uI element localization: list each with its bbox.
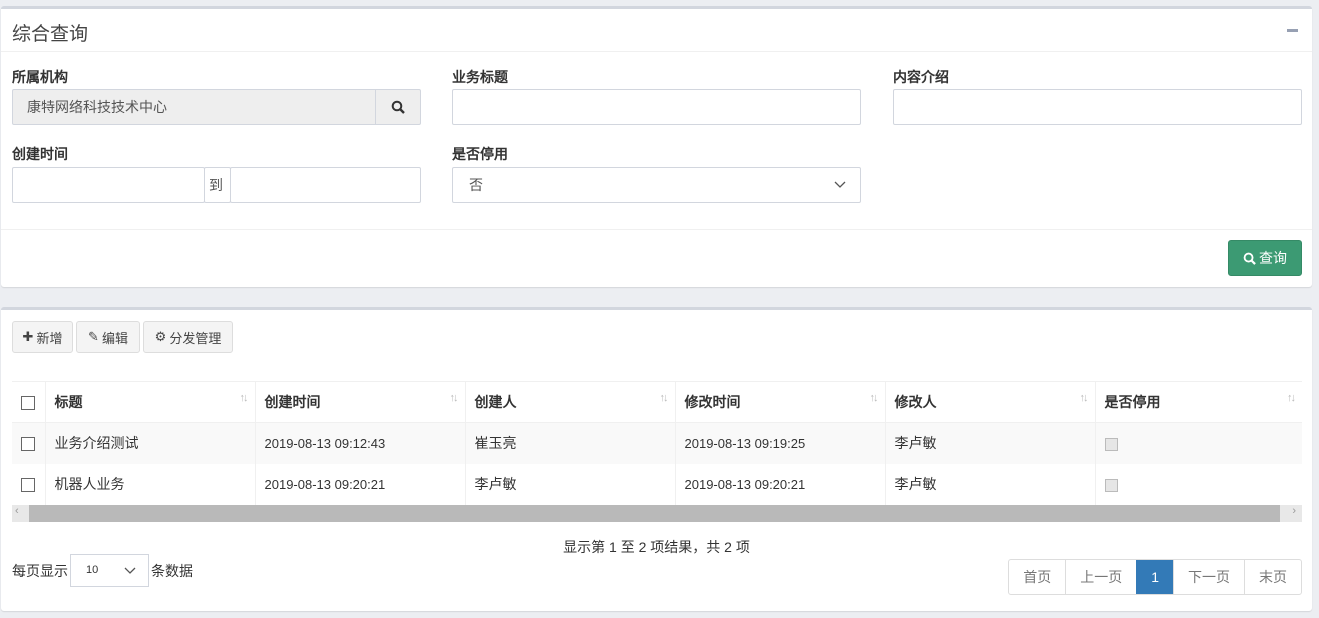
org-label: 所属机构 <box>12 69 68 85</box>
disabled-checkbox <box>1104 438 1118 452</box>
row-checkbox[interactable] <box>21 437 35 452</box>
page-size-control: 每页显示 10 条数据 <box>12 554 193 587</box>
scroll-right-icon[interactable]: › <box>1292 505 1296 517</box>
cell-created: 2019-08-13 09:12:43 <box>255 422 466 464</box>
column-header[interactable]: 标题 ↑↓ <box>45 381 256 423</box>
add-button[interactable]: ✚ 新增 <box>12 321 73 353</box>
prev-page-button[interactable]: 上一页 <box>1065 560 1136 594</box>
edit-button[interactable]: ✎ 编辑 <box>76 321 140 353</box>
distribution-button[interactable]: ⚙ 分发管理 <box>143 321 233 353</box>
horizontal-scrollbar[interactable]: ‹ › <box>12 505 1302 522</box>
created-start-input[interactable] <box>12 167 205 203</box>
column-header[interactable]: 创建时间 ↑↓ <box>255 381 466 423</box>
title-input[interactable] <box>452 89 861 125</box>
add-label: 新增 <box>36 330 63 346</box>
page-size-value: 10 <box>86 564 99 576</box>
edit-icon: ✎ <box>88 329 99 344</box>
search-panel: 综合查询 所属机构 康特网络科技技术中心 业务标题 内容介绍 创建时间 到 是否… <box>1 6 1312 287</box>
sort-icon: ↑↓ <box>869 392 879 404</box>
cell-modified: 2019-08-13 09:20:21 <box>675 463 886 505</box>
gears-icon: ⚙ <box>154 329 167 344</box>
pagination: 首页 上一页 1 下一页 末页 <box>1008 559 1302 595</box>
disabled-value: 否 <box>469 177 483 193</box>
collapse-icon[interactable] <box>1287 29 1298 32</box>
last-page-button[interactable]: 末页 <box>1244 560 1301 594</box>
next-page-button[interactable]: 下一页 <box>1173 560 1244 594</box>
row-checkbox[interactable] <box>21 478 35 493</box>
distribution-label: 分发管理 <box>169 330 222 346</box>
plus-icon: ✚ <box>22 329 34 344</box>
column-header[interactable]: 是否停用 ↑↓ <box>1095 381 1302 423</box>
created-label: 创建时间 <box>12 146 68 162</box>
list-panel: ✚ 新增 ✎ 编辑 ⚙ 分发管理 标题 ↑↓ 创建时间 ↑↓ 创建人 ↑↓ 修改时间 ↑↓ 修… <box>1 307 1312 611</box>
page-1-button[interactable]: 1 <box>1136 560 1173 594</box>
scroll-left-icon[interactable]: ‹ <box>15 505 19 517</box>
pagination-info: 显示第 1 至 2 项结果，共 2 项 <box>563 539 750 555</box>
query-label: 查询 <box>1259 250 1287 266</box>
query-button[interactable]: 查询 <box>1228 240 1302 276</box>
data-table: 标题 ↑↓ 创建时间 ↑↓ 创建人 ↑↓ 修改时间 ↑↓ 修改人 ↑↓ 是否停用 ↑↓ 业务… <box>12 381 1302 505</box>
sort-icon: ↑↓ <box>1287 392 1296 404</box>
org-value: 康特网络科技技术中心 <box>27 99 167 115</box>
column-header[interactable]: 修改时间 ↑↓ <box>675 381 886 423</box>
search-icon[interactable] <box>375 90 420 124</box>
table-row[interactable]: 机器人业务 2019-08-13 09:20:21 李卢敏 2019-08-13… <box>12 463 1302 505</box>
sort-icon: ↑↓ <box>659 392 669 404</box>
intro-label: 内容介绍 <box>893 69 949 85</box>
search-icon <box>1243 252 1256 265</box>
sort-icon: ↑↓ <box>239 392 249 404</box>
disabled-checkbox <box>1104 478 1118 492</box>
created-end-input[interactable] <box>230 167 421 203</box>
per-page-suffix: 条数据 <box>151 562 193 579</box>
column-header[interactable]: 修改人 ↑↓ <box>885 381 1096 423</box>
cell-title: 机器人业务 <box>45 463 256 505</box>
cell-modifier: 李卢敏 <box>885 463 1096 505</box>
cell-creator: 崔玉亮 <box>465 422 676 464</box>
table-row[interactable]: 业务介绍测试 2019-08-13 09:12:43 崔玉亮 2019-08-1… <box>12 422 1302 464</box>
per-page-prefix: 每页显示 <box>12 562 68 579</box>
cell-creator: 李卢敏 <box>465 463 676 505</box>
title-label: 业务标题 <box>452 69 508 85</box>
chevron-down-icon <box>124 567 136 574</box>
select-all-checkbox[interactable] <box>21 396 35 411</box>
org-field[interactable]: 康特网络科技技术中心 <box>12 89 421 125</box>
cell-modified: 2019-08-13 09:19:25 <box>675 422 886 464</box>
edit-label: 编辑 <box>101 330 128 346</box>
disabled-label: 是否停用 <box>452 146 508 162</box>
cell-modifier: 李卢敏 <box>885 422 1096 464</box>
first-page-button[interactable]: 首页 <box>1009 560 1065 594</box>
panel-title: 综合查询 <box>12 24 89 45</box>
cell-title: 业务介绍测试 <box>45 422 256 464</box>
disabled-select[interactable]: 否 <box>452 167 861 203</box>
chevron-down-icon <box>834 181 846 188</box>
sort-icon: ↑↓ <box>449 392 459 404</box>
intro-input[interactable] <box>893 89 1302 125</box>
column-header[interactable]: 创建人 ↑↓ <box>465 381 676 423</box>
scrollbar-thumb[interactable] <box>29 505 1280 522</box>
sort-icon: ↑↓ <box>1079 392 1089 404</box>
range-to: 到 <box>204 167 231 203</box>
select-all-cell[interactable] <box>12 381 46 423</box>
page-size-select[interactable]: 10 <box>70 554 149 587</box>
cell-created: 2019-08-13 09:20:21 <box>255 463 466 505</box>
